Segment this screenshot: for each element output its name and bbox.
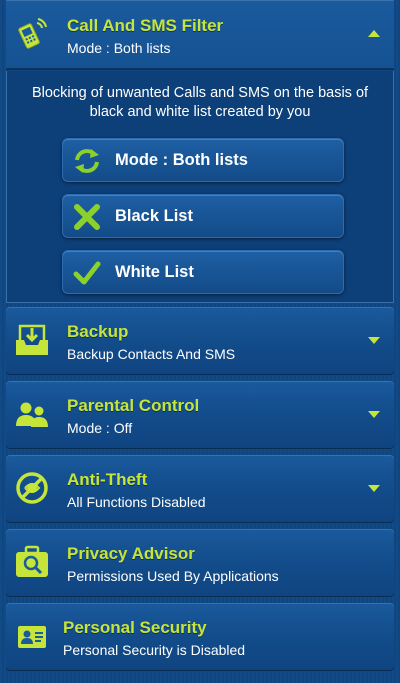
section-subtitle: Mode : Both lists — [67, 40, 171, 56]
section-title: Personal Security — [63, 618, 207, 637]
section-privacy-advisor[interactable]: Privacy Advisor Permissions Used By Appl… — [6, 529, 394, 597]
white-list-label: White List — [115, 263, 194, 281]
section-title: Call And SMS Filter — [67, 16, 224, 35]
description-line: black and white list created by you — [89, 104, 311, 120]
section-subtitle: Mode : Off — [67, 420, 133, 436]
no-thief-icon — [14, 470, 50, 506]
section-title: Parental Control — [67, 396, 200, 415]
filter-description: Blocking of unwanted Calls and SMS on th… — [7, 84, 393, 122]
black-list-label: Black List — [115, 207, 193, 225]
section-subtitle: Backup Contacts And SMS — [67, 346, 236, 362]
chevron-down-icon[interactable] — [368, 337, 380, 344]
black-list-button[interactable]: Black List — [62, 194, 344, 238]
section-title: Backup — [67, 322, 129, 341]
white-list-button[interactable]: White List — [62, 250, 344, 294]
mode-button-label: Mode : Both lists — [115, 151, 248, 169]
section-backup[interactable]: Backup Backup Contacts And SMS — [6, 307, 394, 375]
id-card-icon — [14, 619, 50, 655]
section-subtitle: Permissions Used By Applications — [67, 568, 279, 584]
section-personal-security[interactable]: Personal Security Personal Security is D… — [6, 603, 394, 671]
checkmark-icon — [73, 259, 101, 287]
family-icon — [14, 396, 50, 432]
inbox-download-icon — [14, 322, 50, 358]
section-subtitle: All Functions Disabled — [67, 494, 206, 510]
x-mark-icon — [73, 203, 101, 231]
section-title: Anti-Theft — [67, 470, 148, 489]
phone-signal-icon — [14, 16, 50, 52]
section-parental-control[interactable]: Parental Control Mode : Off — [6, 381, 394, 449]
mode-both-lists-button[interactable]: Mode : Both lists — [62, 138, 344, 182]
section-subtitle: Personal Security is Disabled — [63, 642, 246, 658]
description-line: Blocking of unwanted Calls and SMS on th… — [31, 85, 369, 101]
section-title: Privacy Advisor — [67, 544, 195, 563]
chevron-down-icon[interactable] — [368, 411, 380, 418]
chevron-down-icon[interactable] — [368, 485, 380, 492]
call-sms-filter-panel: Blocking of unwanted Calls and SMS on th… — [6, 71, 394, 303]
refresh-arrows-icon — [73, 147, 101, 175]
section-anti-theft[interactable]: Anti-Theft All Functions Disabled — [6, 455, 394, 523]
app-screen: Call And SMS Filter Mode : Both lists Bl… — [0, 0, 400, 683]
call-sms-filter-header[interactable]: Call And SMS Filter Mode : Both lists — [6, 0, 394, 70]
briefcase-search-icon — [14, 544, 50, 580]
chevron-up-icon[interactable] — [368, 30, 380, 37]
